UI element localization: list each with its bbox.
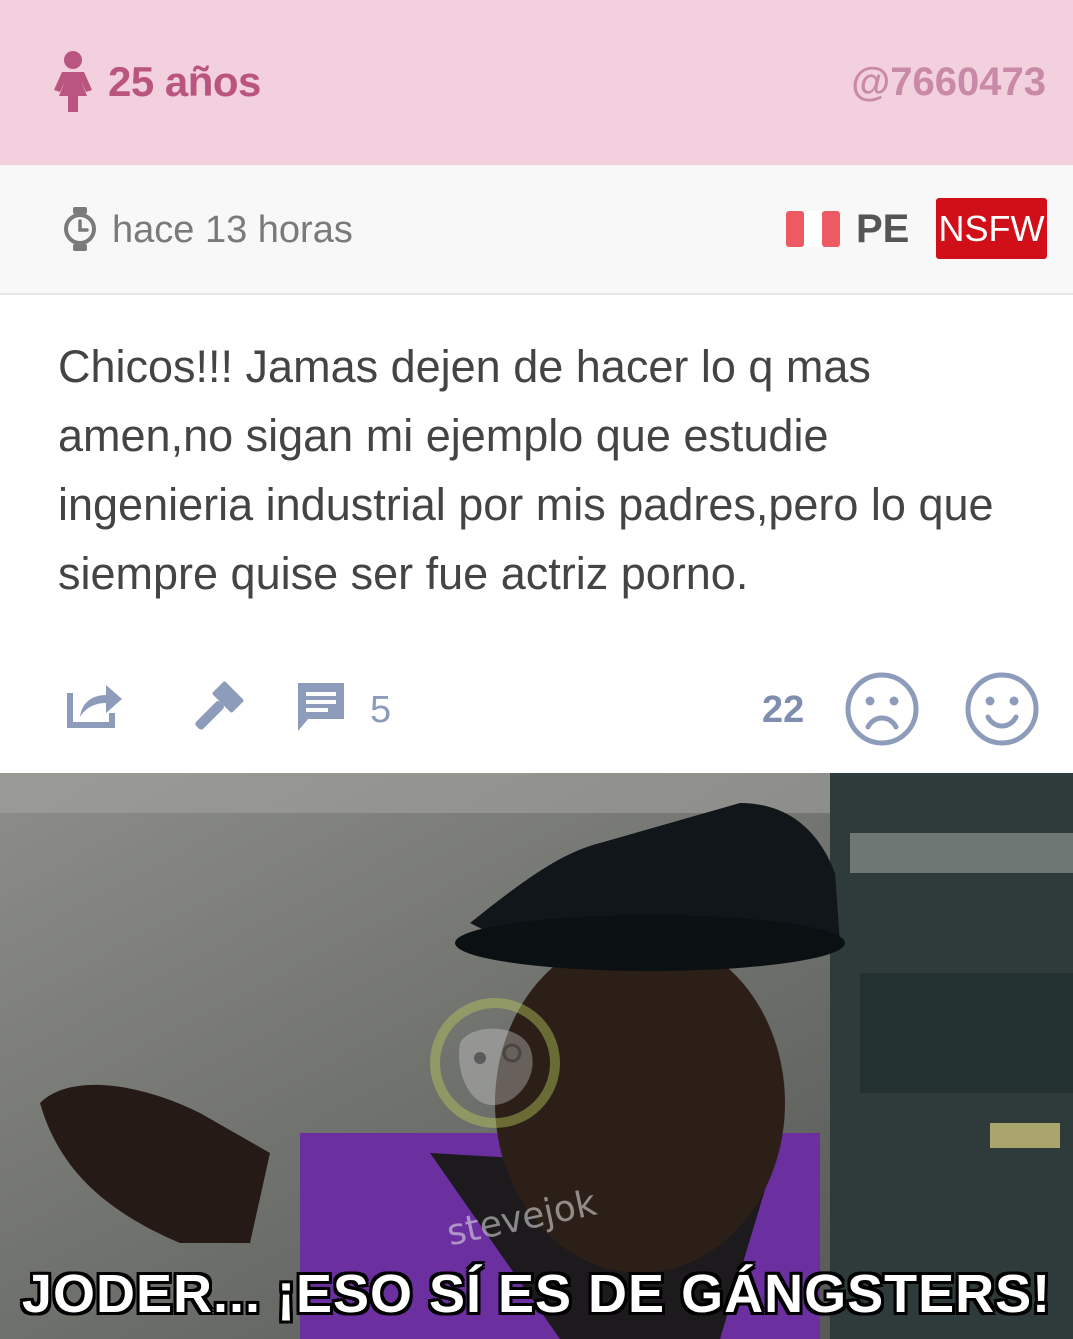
post-time: hace 13 horas [112,209,353,251]
female-icon [54,51,92,112]
comment-count: 5 [370,689,392,731]
user-age: 25 años [108,58,261,105]
action-bar: 5 22 [0,655,1073,765]
meme-image[interactable]: stevejok JODER... ¡ESO SÍ ES DE GÁNGSTER… [0,773,1073,1339]
sad-face-icon[interactable] [844,671,920,747]
gavel-icon[interactable] [188,681,244,737]
share-icon[interactable] [66,681,124,729]
user-id[interactable]: @7660473 [851,60,1046,105]
meme-caption: JODER... ¡ESO SÍ ES DE GÁNGSTERS! [21,1264,1052,1324]
post-body: Chicos!!! Jamas dejen de hacer lo q mas … [58,341,994,599]
post-header: 25 años @7660473 [0,0,1073,165]
comment-icon[interactable] [294,681,348,733]
nsfw-badge: NSFW [936,198,1047,259]
vote-count: 22 [762,689,805,731]
clock-icon [64,207,96,251]
meme-illustration [0,773,1073,1339]
country-code: PE [856,207,910,251]
happy-face-icon[interactable] [964,671,1040,747]
post-meta-bar: hace 13 horas PE NSFW [0,165,1073,295]
peru-flag-icon [786,211,840,247]
